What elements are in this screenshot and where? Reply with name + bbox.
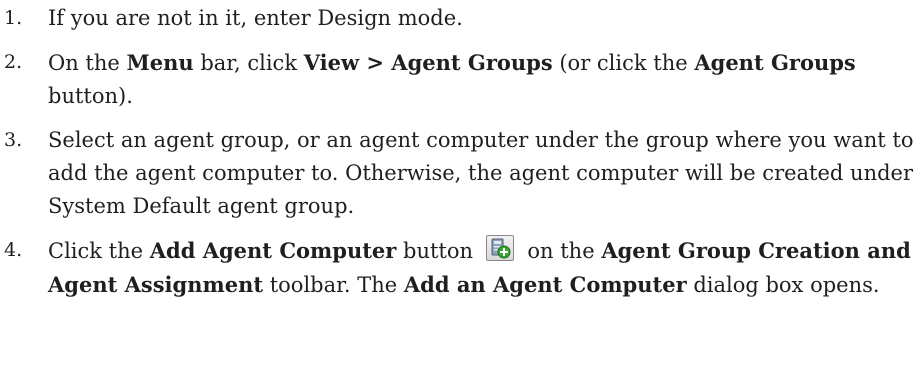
view-agent-groups-term: View > Agent Groups [303,50,553,75]
menu-term: Menu [126,50,194,75]
add-agent-computer-icon [485,235,514,261]
text-segment: on the [520,239,602,263]
agent-groups-term: Agent Groups [694,50,856,75]
step-number: 2. [4,51,23,73]
text-segment: dialog box opens. [686,273,880,297]
text-segment: Select an agent group, or an agent compu… [48,128,914,218]
dialog-name-term: Add an Agent Computer [403,272,687,297]
text-segment: bar, click [193,51,304,75]
step-number: 1. [4,7,23,29]
text-segment: Click the [48,239,150,263]
step-number: 4. [4,239,23,261]
step-text: Click the Add Agent Computer button on t… [48,235,911,297]
add-agent-computer-term: Add Agent Computer [149,238,397,263]
step-text: If you are not in it, enter Design mode. [48,6,463,30]
text-segment: toolbar. The [263,273,404,297]
text-segment: On the [48,51,127,75]
text-segment: (or click the [552,51,695,75]
step-3: 3. Select an agent group, or an agent co… [0,124,915,223]
step-text: Select an agent group, or an agent compu… [48,128,913,218]
text-segment: button). [48,84,133,108]
instruction-steps: 1. If you are not in it, enter Design mo… [0,2,915,302]
text-segment: button [396,239,480,263]
step-2: 2. On the Menu bar, click View > Agent G… [0,46,915,113]
step-4: 4. Click the Add Agent Computer button o… [0,234,915,302]
step-text: On the Menu bar, click View > Agent Grou… [48,50,856,108]
step-1: 1. If you are not in it, enter Design mo… [0,2,915,35]
text-segment: If you are not in it, enter Design mode. [48,6,463,30]
step-number: 3. [4,129,23,151]
